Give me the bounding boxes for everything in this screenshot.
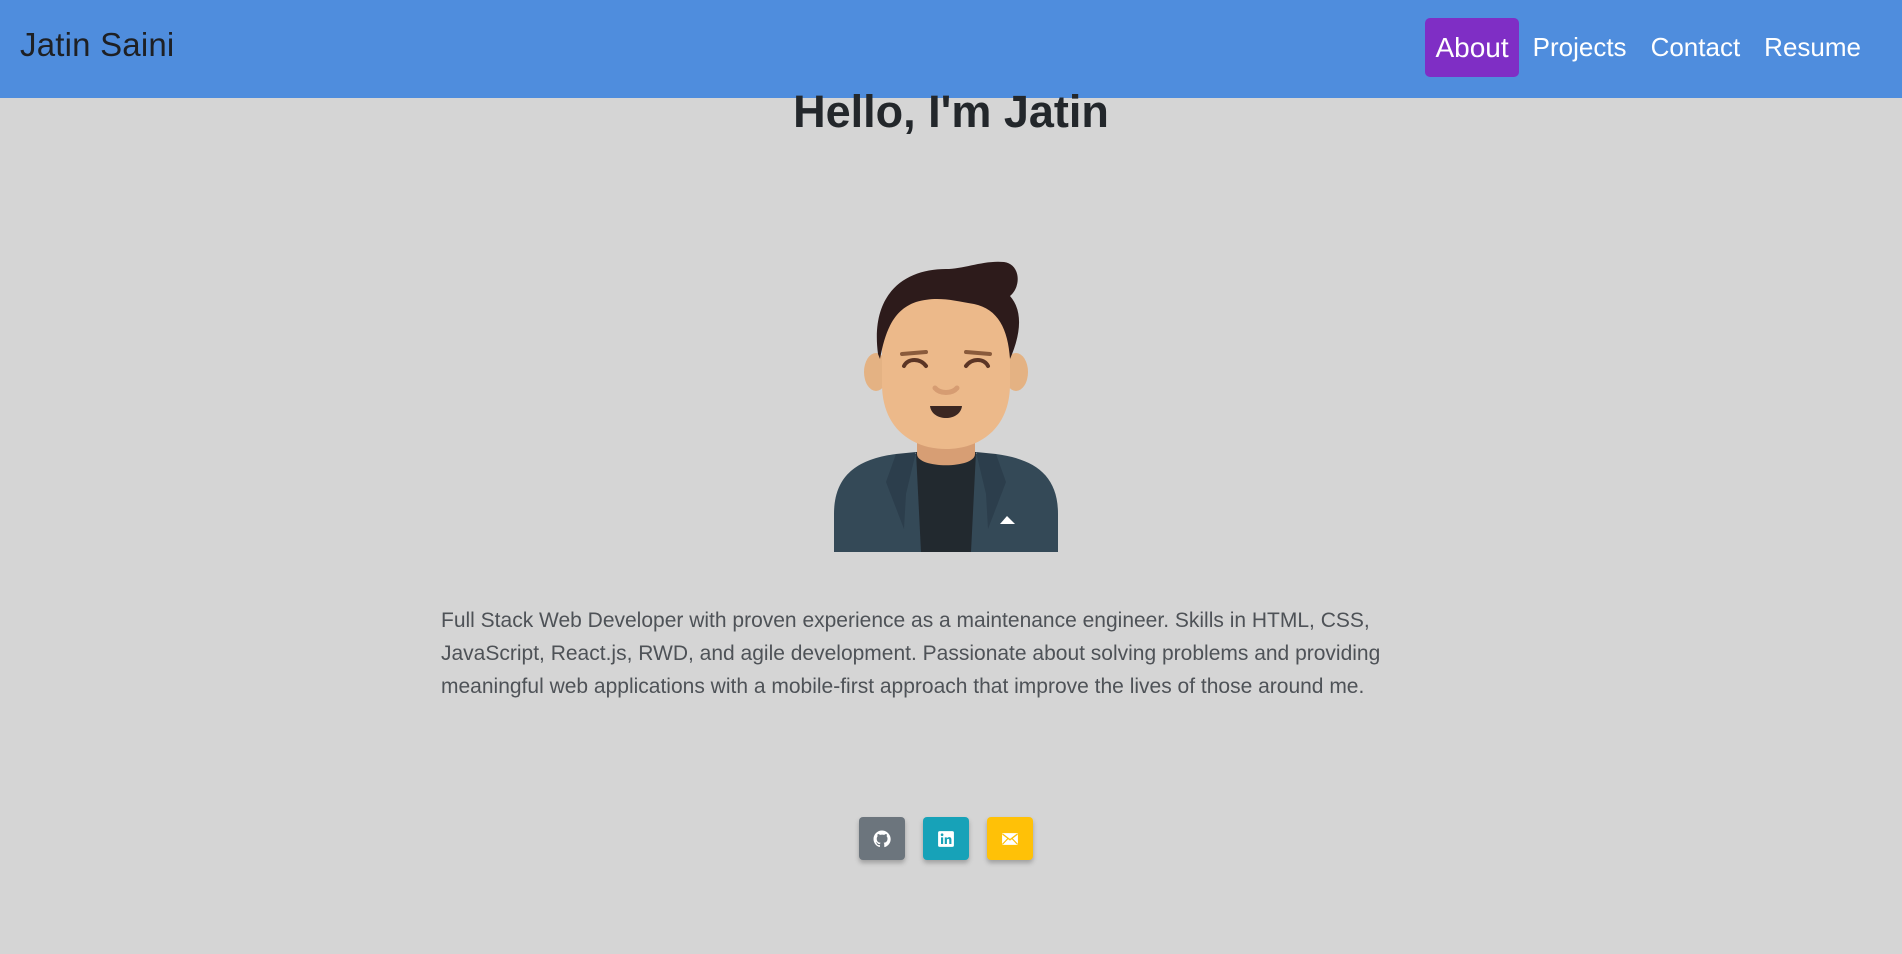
avatar-illustration <box>834 261 1058 552</box>
github-icon <box>873 830 891 847</box>
nav-link-about[interactable]: About <box>1425 18 1519 77</box>
nav-link-projects[interactable]: Projects <box>1523 18 1637 77</box>
email-button[interactable] <box>987 817 1033 860</box>
social-links <box>859 817 1051 860</box>
linkedin-button[interactable] <box>923 817 969 860</box>
navbar: Jatin Saini About Projects Contact Resum… <box>0 0 1902 98</box>
envelope-icon <box>1002 832 1018 845</box>
nav-link-contact[interactable]: Contact <box>1641 18 1751 77</box>
page-title: Hello, I'm Jatin <box>793 86 1109 137</box>
github-button[interactable] <box>859 817 905 860</box>
nav-link-resume[interactable]: Resume <box>1754 18 1871 77</box>
brand-link[interactable]: Jatin Saini <box>20 26 174 64</box>
linkedin-icon <box>938 830 954 847</box>
nav-menu: About Projects Contact Resume <box>1421 18 1871 77</box>
about-description: Full Stack Web Developer with proven exp… <box>441 609 1381 698</box>
